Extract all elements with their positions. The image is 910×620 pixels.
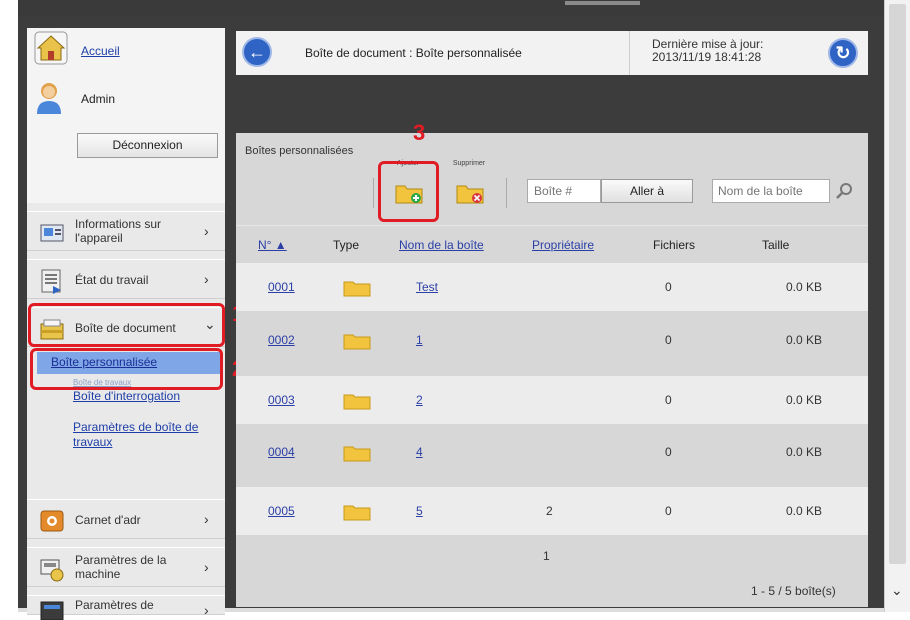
box-name-link[interactable]: Test: [416, 280, 438, 294]
user-icon: [37, 83, 61, 114]
box-owner: 2: [546, 504, 553, 518]
page-title: Boîte de document : Boîte personnalisée: [305, 46, 522, 60]
column-header-owner[interactable]: Propriétaire: [532, 238, 594, 252]
column-header-name[interactable]: Nom de la boîte: [399, 238, 484, 252]
box-name-search-input[interactable]: [712, 179, 830, 203]
settings-icon: [40, 601, 64, 620]
header-divider: [629, 31, 630, 75]
box-name-link[interactable]: 2: [416, 393, 423, 407]
sidebar-item-machine-settings[interactable]: Paramètres de la machine ›: [27, 547, 225, 587]
chevron-right-icon: ›: [204, 271, 209, 287]
box-name-link[interactable]: 4: [416, 445, 423, 459]
goto-button[interactable]: Aller à: [601, 179, 693, 203]
step-3-highlight: [378, 161, 439, 222]
home-link[interactable]: Accueil: [81, 44, 120, 58]
sidebar-item-label: Informations sur l'appareil: [75, 217, 162, 245]
box-files: 0: [665, 333, 672, 347]
delete-box-button[interactable]: Supprimer: [444, 156, 494, 216]
column-header-size: Taille: [762, 238, 790, 252]
sidebar-item-device-info[interactable]: Informations sur l'appareil ›: [27, 211, 225, 251]
toolbar-divider: [373, 178, 374, 208]
box-number-link[interactable]: 0002: [268, 333, 295, 347]
last-updated: Dernière mise à jour: 2013/11/19 18:41:2…: [652, 38, 763, 64]
back-button[interactable]: ←: [242, 37, 272, 67]
folder-icon: [343, 394, 371, 410]
address-book-icon: [40, 510, 64, 532]
chevron-right-icon: ›: [204, 602, 209, 618]
refresh-button[interactable]: ↻: [828, 38, 858, 68]
sidebar-item-address-book[interactable]: Carnet d'adr ›: [27, 499, 225, 539]
box-size: 0.0 KB: [786, 445, 823, 459]
sidebar-subitem-polling-box[interactable]: Boîte d'interrogation: [73, 389, 180, 404]
chevron-right-icon: ›: [204, 559, 209, 575]
step-2-highlight: [30, 348, 223, 390]
box-size: 0.0 KB: [786, 333, 823, 347]
result-count: 1 - 5 / 5 boîte(s): [751, 584, 836, 598]
page-number[interactable]: 1: [543, 549, 550, 563]
table-row[interactable]: 0002 1 0 0.0 KB: [236, 316, 868, 364]
box-number-link[interactable]: 0001: [268, 280, 295, 294]
column-header-files: Fichiers: [653, 238, 696, 252]
step-3-label: 3: [413, 120, 426, 145]
job-status-icon: [41, 269, 61, 294]
toolbar-divider: [506, 178, 507, 208]
sidebar-subitem-job-box-settings[interactable]: Paramètres de boîte de travaux: [73, 420, 208, 450]
chevron-right-icon: ›: [204, 511, 209, 527]
page-header: ← Boîte de document : Boîte personnalisé…: [236, 31, 868, 75]
sidebar-item-label: Paramètres de la machine: [75, 553, 167, 581]
column-header-number[interactable]: N° ▲: [258, 238, 287, 252]
box-name-link[interactable]: 1: [416, 333, 423, 347]
scrollbar-thumb[interactable]: [889, 4, 906, 564]
scroll-down-icon[interactable]: ⌄: [891, 582, 903, 599]
user-name: Admin: [81, 92, 116, 106]
box-name-link[interactable]: 5: [416, 504, 423, 518]
folder-icon: [343, 505, 371, 521]
logout-button[interactable]: Déconnexion: [77, 133, 218, 158]
panel-title: Boîtes personnalisées: [245, 145, 354, 157]
box-number-link[interactable]: 0003: [268, 393, 295, 407]
box-number-link[interactable]: 0005: [268, 504, 295, 518]
box-size: 0.0 KB: [786, 280, 823, 294]
folder-icon: [343, 281, 371, 297]
table-row[interactable]: 0004 4 0 0.0 KB: [236, 428, 868, 476]
step-1-highlight: [28, 303, 225, 347]
refresh-icon: ↻: [835, 43, 851, 63]
sidebar-item-label: État du travail: [75, 273, 149, 287]
home-icon[interactable]: [34, 31, 68, 65]
custom-boxes-panel: Boîtes personnalisées Ajouter Supprimer …: [236, 133, 868, 607]
frame-left: [0, 0, 18, 620]
top-bar-mark: [565, 1, 640, 5]
box-number-link[interactable]: 0004: [268, 445, 295, 459]
machine-settings-icon: [40, 559, 64, 582]
box-size: 0.0 KB: [786, 504, 823, 518]
table-row[interactable]: 0003 2 0 0.0 KB: [236, 376, 868, 424]
box-files: 0: [665, 393, 672, 407]
folder-icon: [343, 334, 371, 350]
box-files: 0: [665, 445, 672, 459]
table-row[interactable]: 0001 Test 0 0.0 KB: [236, 263, 868, 311]
top-bar: [18, 0, 884, 16]
table-row[interactable]: 0005 5 2 0 0.0 KB: [236, 487, 868, 535]
device-info-icon: [40, 224, 64, 242]
sidebar-header: Accueil Admin Déconnexion: [27, 28, 225, 203]
delete-box-label: Supprimer: [452, 160, 486, 167]
search-icon[interactable]: [834, 181, 854, 201]
box-size: 0.0 KB: [786, 393, 823, 407]
arrow-left-icon: ←: [248, 42, 266, 62]
vertical-scrollbar[interactable]: ⌄: [884, 0, 910, 612]
sidebar-item-settings[interactable]: Paramètres de ›: [27, 595, 225, 620]
delete-folder-icon: [456, 185, 484, 204]
box-files: 0: [665, 504, 672, 518]
header-rule: [236, 225, 868, 226]
chevron-right-icon: ›: [204, 223, 209, 239]
box-files: 0: [665, 280, 672, 294]
last-updated-value: 2013/11/19 18:41:28: [652, 50, 762, 64]
box-number-input[interactable]: [527, 179, 601, 203]
sidebar-item-label: Carnet d'adr: [75, 513, 141, 527]
folder-icon: [343, 446, 371, 462]
column-header-type: Type: [333, 238, 360, 252]
sidebar-item-label: Paramètres de: [75, 598, 154, 612]
sidebar-item-job-status[interactable]: État du travail ›: [27, 259, 225, 299]
